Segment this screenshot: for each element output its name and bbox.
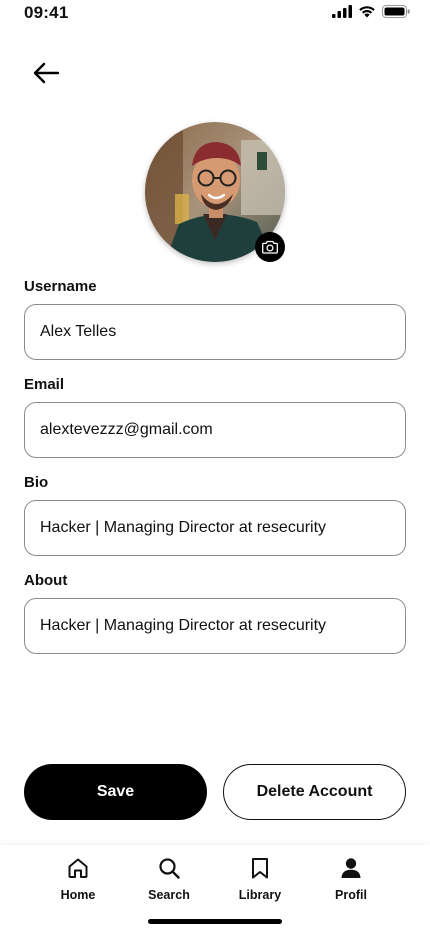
nav-item-search[interactable]: Search	[129, 855, 209, 905]
status-bar: 09:41	[0, 0, 430, 30]
battery-icon	[382, 5, 410, 18]
change-photo-button[interactable]	[255, 232, 285, 262]
nav-label-profile: Profil	[335, 888, 367, 902]
nav-item-profile[interactable]: Profil	[311, 855, 391, 905]
nav-label-search: Search	[148, 888, 190, 902]
save-button[interactable]: Save	[24, 764, 207, 820]
home-indicator	[148, 919, 282, 924]
about-input[interactable]	[24, 598, 406, 654]
home-icon	[68, 858, 88, 878]
bio-label: Bio	[24, 474, 49, 491]
bio-input[interactable]	[24, 500, 406, 556]
avatar-container	[145, 122, 285, 262]
nav-item-library[interactable]: Library	[220, 855, 300, 905]
username-label: Username	[24, 278, 97, 295]
arrow-left-icon	[33, 62, 60, 84]
about-label: About	[24, 572, 68, 589]
email-input[interactable]	[24, 402, 406, 458]
email-label: Email	[24, 376, 65, 393]
username-input[interactable]	[24, 304, 406, 360]
nav-label-library: Library	[238, 888, 282, 902]
user-icon	[341, 858, 361, 878]
status-time: 09:41	[24, 3, 69, 22]
camera-icon	[262, 240, 278, 254]
nav-label-home: Home	[60, 888, 96, 902]
status-icons	[332, 5, 410, 18]
nav-item-home[interactable]: Home	[38, 855, 118, 905]
delete-account-button[interactable]: Delete Account	[223, 764, 406, 820]
back-button[interactable]	[28, 58, 64, 88]
bookmark-icon	[252, 858, 268, 879]
search-icon	[159, 858, 180, 879]
wifi-icon	[359, 6, 375, 18]
signal-icon	[332, 5, 352, 18]
